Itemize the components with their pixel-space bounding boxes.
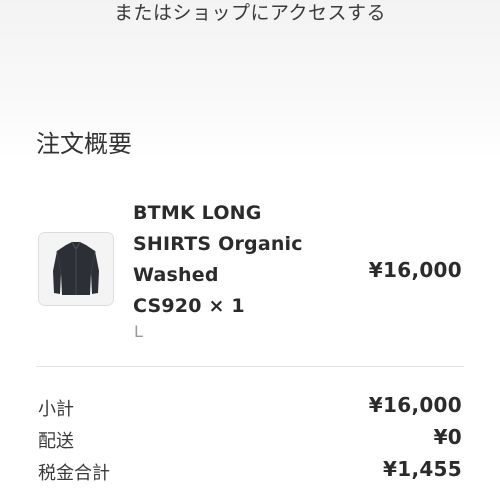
visit-shop-link[interactable]: またはショップにアクセスする — [0, 0, 500, 25]
item-price: ¥16,000 — [368, 258, 462, 282]
cost-summary: 小計 ¥16,000 配送 ¥0 税金合計 ¥1,455 — [36, 393, 464, 489]
line-item: BTMK LONG SHIRTS Organic Washed CS920 × … — [36, 196, 464, 346]
product-name-line: SHIRTS Organic — [133, 233, 303, 255]
shipping-value: ¥0 — [433, 425, 462, 449]
divider — [36, 366, 464, 367]
jacket-thumbnail-icon — [38, 232, 114, 306]
order-summary-title: 注文概要 — [36, 130, 132, 158]
tax-total-row: 税金合計 ¥1,455 — [36, 457, 464, 489]
product-name: BTMK LONG SHIRTS Organic Washed CS920 × … — [133, 198, 333, 322]
tax-total-label: 税金合計 — [38, 463, 110, 484]
product-variant: L — [134, 322, 143, 341]
subtotal-label: 小計 — [38, 399, 74, 420]
subtotal-row: 小計 ¥16,000 — [36, 393, 464, 425]
tax-total-value: ¥1,455 — [383, 457, 462, 481]
shipping-label: 配送 — [38, 431, 74, 452]
product-name-line: Washed — [133, 264, 219, 286]
subtotal-value: ¥16,000 — [368, 393, 462, 417]
product-name-line: CS920 × 1 — [133, 295, 245, 317]
shipping-row: 配送 ¥0 — [36, 425, 464, 457]
product-name-line: BTMK LONG — [133, 202, 262, 224]
